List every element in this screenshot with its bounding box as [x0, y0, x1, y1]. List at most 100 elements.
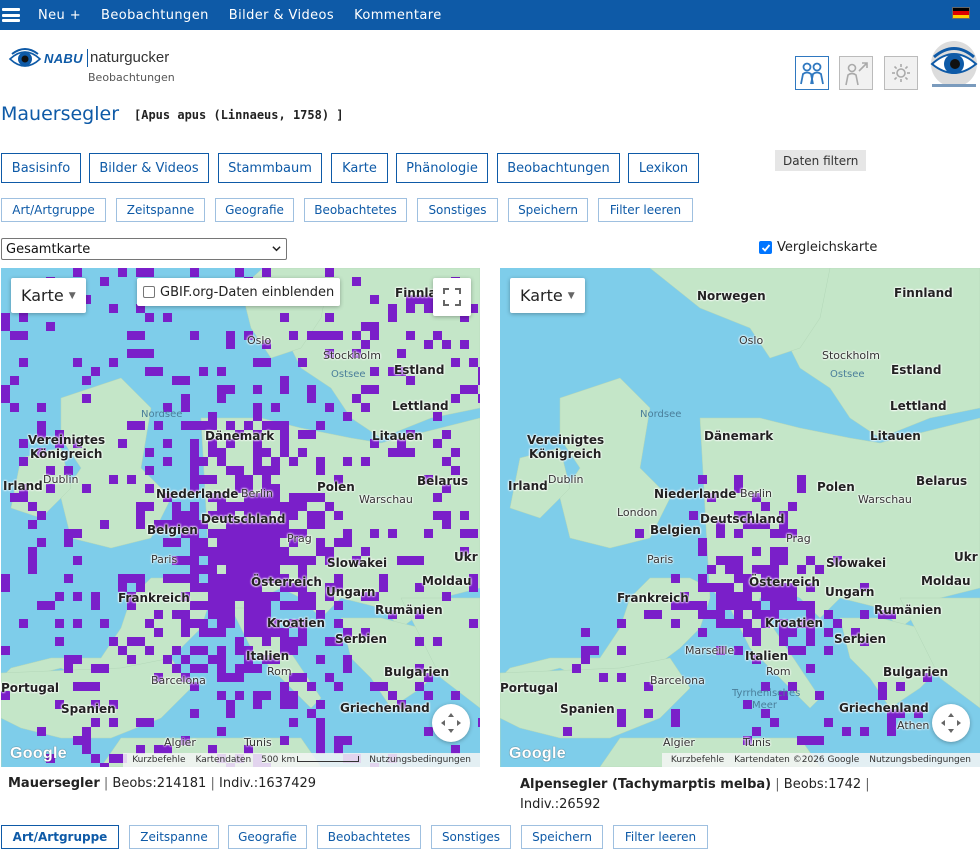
observation-cell — [136, 574, 145, 583]
gbif-checkbox[interactable] — [143, 286, 155, 298]
tab-phaenologie[interactable]: Phänologie — [396, 153, 488, 183]
terms-link[interactable]: Nutzungsbedingungen — [369, 755, 471, 765]
observation-cell — [289, 556, 298, 565]
compare-map-toggle[interactable]: Vergleichskarte — [759, 240, 877, 255]
german-flag-icon[interactable] — [952, 7, 970, 19]
filter-timespan-button-bottom[interactable]: Zeitspanne — [129, 825, 219, 849]
filter-observed-button-bottom[interactable]: Beobachtetes — [317, 825, 421, 849]
label-estland: Estland — [394, 363, 445, 377]
eye-logo-icon — [8, 48, 42, 67]
filter-species-button-bottom[interactable]: Art/Artgruppe — [1, 825, 119, 849]
map-data-link[interactable]: Kartendaten — [195, 755, 251, 765]
map-camera-control-button[interactable] — [932, 704, 970, 742]
observation-cell — [82, 376, 91, 385]
tab-lexikon[interactable]: Lexikon — [628, 153, 699, 183]
observation-cell — [73, 592, 82, 601]
observation-cell — [334, 538, 343, 547]
keyboard-shortcuts-link[interactable]: Kurzbefehle — [132, 755, 185, 765]
label-nordsee: Nordsee — [640, 409, 682, 420]
gbif-toggle[interactable]: GBIF.org-Daten einblenden — [137, 278, 341, 306]
person-arrow-icon-button[interactable] — [839, 56, 873, 90]
filter-save-button[interactable]: Speichern — [508, 198, 588, 222]
filter-misc-button-bottom[interactable]: Sonstiges — [431, 825, 511, 849]
menu-icon[interactable] — [2, 8, 20, 22]
label-stockholm: Stockholm — [323, 349, 381, 362]
nav-new[interactable]: Neu + — [38, 8, 81, 23]
tab-basisinfo[interactable]: Basisinfo — [1, 153, 81, 183]
people-icon-button[interactable] — [795, 56, 829, 90]
observation-cell — [244, 610, 253, 619]
tab-stammbaum[interactable]: Stammbaum — [218, 153, 322, 183]
observation-cell — [37, 421, 46, 430]
map-type-button[interactable]: Karte ▼ — [11, 278, 86, 313]
observation-cell — [235, 268, 244, 277]
observation-cell — [190, 475, 199, 484]
observation-cell — [226, 385, 235, 394]
logo-divider — [87, 49, 88, 67]
observation-cell — [307, 520, 316, 529]
observation-cell — [64, 655, 73, 664]
observation-cell — [199, 664, 208, 673]
observation-cell — [707, 565, 716, 574]
filter-timespan-button[interactable]: Zeitspanne — [116, 198, 205, 222]
observation-cell — [617, 673, 626, 682]
observation-cell — [235, 673, 244, 682]
label-finnland: Finnland — [894, 286, 953, 300]
filter-clear-button-bottom[interactable]: Filter leeren — [613, 825, 708, 849]
label-tyrrh-2: Meer — [752, 700, 778, 711]
observation-cell — [172, 538, 181, 547]
map-data-link[interactable]: Kartendaten ©2026 Google — [734, 755, 859, 765]
observation-cell — [217, 583, 226, 592]
observation-cell — [424, 727, 433, 736]
nav-media[interactable]: Bilder & Videos — [229, 8, 334, 23]
filter-species-button[interactable]: Art/Artgruppe — [1, 198, 106, 222]
observation-cell — [253, 457, 262, 466]
filter-save-button-bottom[interactable]: Speichern — [521, 825, 603, 849]
observation-cell — [190, 511, 199, 520]
observation-cell — [235, 565, 244, 574]
observation-cell — [716, 529, 725, 538]
label-polen: Polen — [817, 480, 855, 494]
observation-cell — [361, 340, 370, 349]
filter-geography-button[interactable]: Geografie — [215, 198, 294, 222]
map-left[interactable]: Finnland Oslo Stockholm Ostsee Estland N… — [1, 268, 480, 767]
nav-comments[interactable]: Kommentare — [354, 8, 442, 23]
fullscreen-button[interactable] — [433, 278, 471, 316]
filter-observed-button[interactable]: Beobachtetes — [304, 198, 407, 222]
observation-cell — [298, 565, 307, 574]
filter-clear-button[interactable]: Filter leeren — [598, 198, 693, 222]
site-logo[interactable]: NABU naturgucker Beobachtungen — [8, 43, 178, 87]
nav-observations[interactable]: Beobachtungen — [101, 8, 209, 23]
tab-media[interactable]: Bilder & Videos — [89, 153, 209, 183]
filter-misc-button[interactable]: Sonstiges — [417, 198, 498, 222]
map-camera-control-button[interactable] — [432, 704, 470, 742]
naturgucker-eye-badge-icon[interactable] — [928, 40, 980, 90]
tab-karte[interactable]: Karte — [331, 153, 388, 183]
observation-cell — [172, 511, 181, 520]
compare-checkbox[interactable] — [759, 241, 772, 254]
observation-cell — [671, 709, 680, 718]
observation-cell — [145, 502, 154, 511]
map-right[interactable]: Norwegen Finnland Oslo Stockholm Ostsee … — [500, 268, 980, 767]
settings-icon-button[interactable] — [884, 56, 918, 90]
label-oesterreich: Österreich — [749, 575, 820, 589]
observation-cell — [226, 709, 235, 718]
observation-cell — [307, 709, 316, 718]
observation-cell — [424, 340, 433, 349]
tab-beobachtungen[interactable]: Beobachtungen — [497, 153, 620, 183]
keyboard-shortcuts-link[interactable]: Kurzbefehle — [671, 755, 724, 765]
observation-cell — [262, 448, 271, 457]
observation-cell — [388, 313, 397, 322]
observation-cell — [271, 556, 280, 565]
observation-cell — [388, 691, 397, 700]
observation-cell — [752, 610, 761, 619]
filter-data-button[interactable]: Daten filtern — [775, 150, 867, 171]
observation-cell — [752, 727, 761, 736]
map-mode-select[interactable]: Gesamtkarte — [1, 238, 287, 260]
observation-cell — [424, 691, 433, 700]
fullscreen-icon — [443, 288, 461, 306]
observation-cell — [433, 637, 442, 646]
filter-geography-button-bottom[interactable]: Geografie — [228, 825, 307, 849]
terms-link[interactable]: Nutzungsbedingungen — [869, 755, 971, 765]
map-type-button[interactable]: Karte ▼ — [510, 278, 585, 313]
